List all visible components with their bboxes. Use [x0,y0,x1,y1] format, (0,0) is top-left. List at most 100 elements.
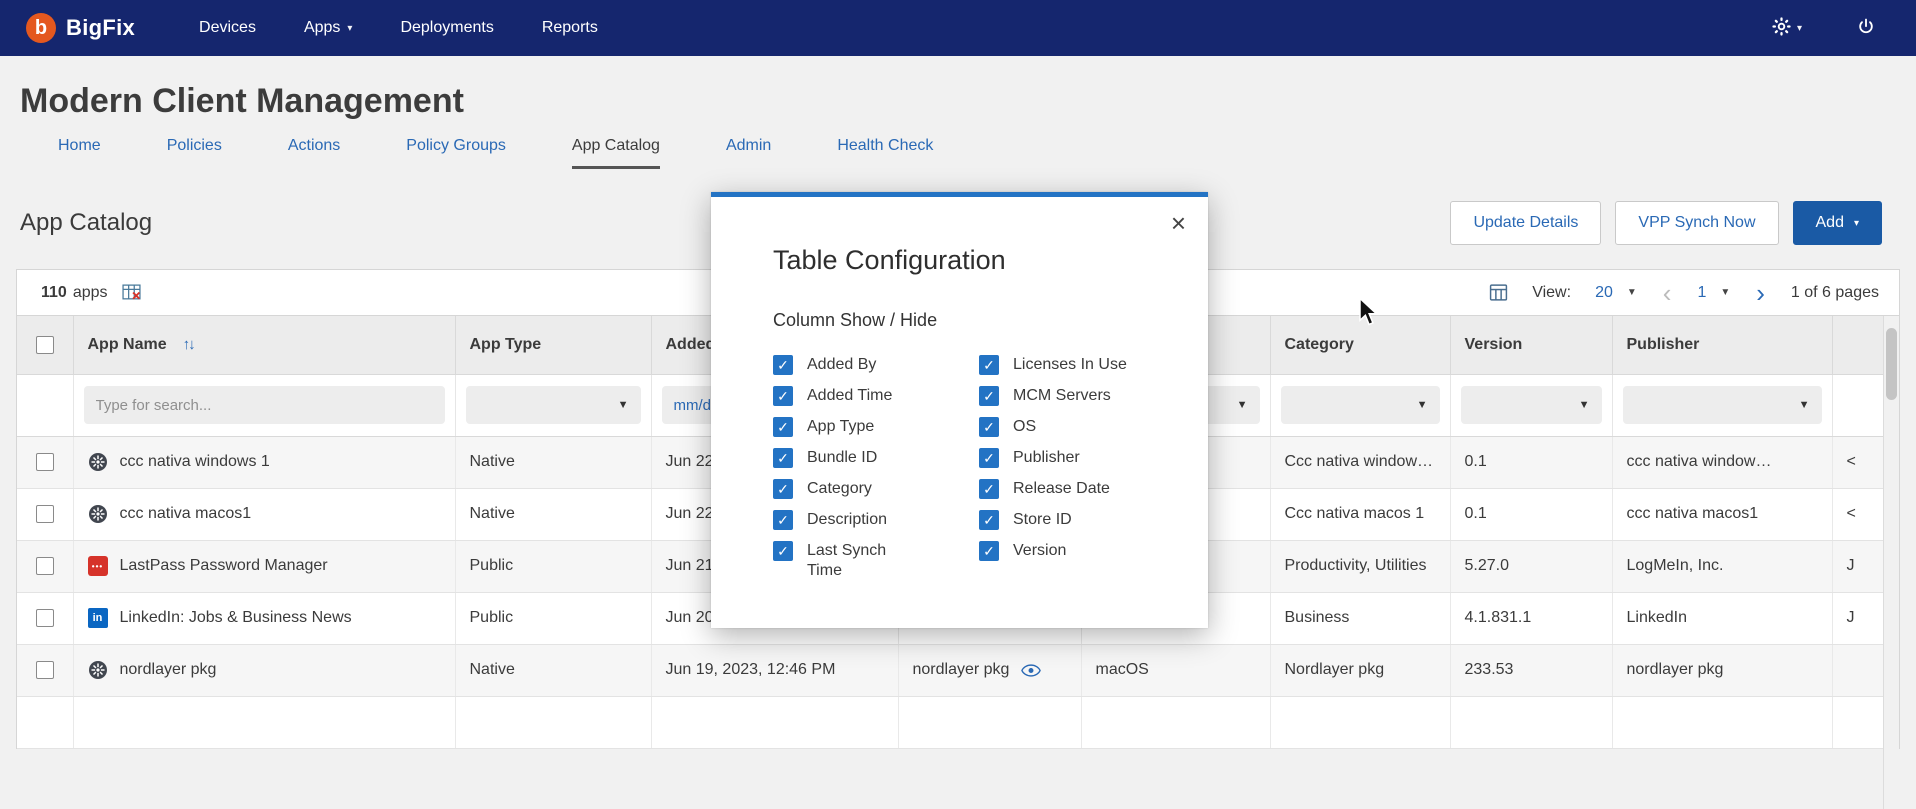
row-checkbox[interactable] [36,505,54,523]
tab-admin[interactable]: Admin [726,137,771,169]
bigfix-logo[interactable]: b BigFix [26,13,135,43]
checkbox-added-time[interactable]: ✓ [773,386,793,406]
table-configuration-icon[interactable] [1489,283,1508,302]
filter-cell-check [17,374,73,436]
row-select-cell [17,436,73,488]
category-cell: Ccc nativa window… [1270,436,1450,488]
column-header-pub[interactable]: Publisher [1612,316,1832,374]
view-description-icon[interactable] [1021,664,1041,677]
chevron-down-icon: ▼ [618,399,629,411]
add-button[interactable]: Add ▾ [1793,201,1883,245]
checkbox-release-date[interactable]: ✓ [979,479,999,499]
nav-item-reports[interactable]: Reports [542,19,598,37]
row-checkbox[interactable] [36,609,54,627]
app-name-wrap: nordlayer pkg [88,660,441,680]
next-page-button[interactable]: › [1754,280,1767,306]
column-option-app-type: ✓App Type [773,417,979,437]
gear-icon [1771,16,1792,40]
checkbox-version[interactable]: ✓ [979,541,999,561]
search-filter-input[interactable] [84,386,445,424]
app-icon [88,660,108,680]
filter-cell-type: ▼ [455,374,651,436]
page-number-value: 1 [1697,284,1706,302]
modal-subtitle: Column Show / Hide [773,310,1208,331]
page-size-select[interactable]: 20 ▼ [1595,284,1637,302]
empty-cell [898,696,1081,748]
page-number-select[interactable]: 1 ▼ [1697,284,1730,302]
tab-policy-groups[interactable]: Policy Groups [406,137,506,169]
checkbox-app-type[interactable]: ✓ [773,417,793,437]
chevron-down-icon: ▼ [1237,399,1248,411]
app-name-wrap: ccc nativa macos1 [88,504,441,524]
column-option-label: Last Synch Time [807,541,907,581]
column-option-category: ✓Category [773,479,979,499]
checkbox-last-synch-time[interactable]: ✓ [773,541,793,561]
vertical-scrollbar[interactable] [1883,316,1899,809]
logout-button[interactable] [1856,17,1876,40]
type-filter-select[interactable]: ▼ [466,386,641,424]
scrollbar-thumb[interactable] [1886,328,1897,400]
tab-policies[interactable]: Policies [167,137,222,169]
tab-app-catalog[interactable]: App Catalog [572,137,660,169]
row-checkbox[interactable] [36,661,54,679]
row-select-cell [17,540,73,592]
previous-page-button[interactable]: ‹ [1661,280,1674,306]
column-option-last-synch-time: ✓ Last Synch Time [773,541,979,581]
column-option-added-by: ✓ Added By [773,355,979,375]
tab-health-check[interactable]: Health Check [837,137,933,169]
column-header-cat[interactable]: Category [1270,316,1450,374]
cat-filter-select[interactable]: ▼ [1281,386,1440,424]
column-header-label: App Type [470,336,542,353]
export-table-icon[interactable] [122,283,141,302]
view-label: View: [1532,284,1571,302]
pub-filter-select[interactable]: ▼ [1623,386,1822,424]
checkbox-mcm-servers[interactable]: ✓ [979,386,999,406]
nav-item-devices[interactable]: Devices [199,19,256,37]
row-checkbox[interactable] [36,453,54,471]
column-header-label: Version [1465,336,1523,353]
ver-filter-select[interactable]: ▼ [1461,386,1602,424]
column-option-label: Store ID [1013,510,1072,530]
row-select-cell [17,644,73,696]
nav-item-apps[interactable]: Apps▾ [304,19,353,37]
checkbox-bundle-id[interactable]: ✓ [773,448,793,468]
version-cell: 5.27.0 [1450,540,1612,592]
settings-button[interactable]: ▾ [1771,16,1802,40]
column-option-label: Added By [807,355,876,375]
sort-icon[interactable]: ↑↓ [183,336,194,353]
column-header-label: App Name [88,336,167,353]
extra-cell: < [1832,436,1883,488]
checkbox-description[interactable]: ✓ [773,510,793,530]
tab-home[interactable]: Home [58,137,101,169]
checkbox-category[interactable]: ✓ [773,479,793,499]
app-name-cell: inLinkedIn: Jobs & Business News [73,592,455,644]
checkbox-os[interactable]: ✓ [979,417,999,437]
tab-actions[interactable]: Actions [288,137,340,169]
app-name: LinkedIn: Jobs & Business News [120,609,352,627]
nav-item-label: Reports [542,19,598,37]
app-count-label: apps [73,284,108,302]
update-details-button[interactable]: Update Details [1450,201,1601,245]
app-count: 110 apps [41,284,108,302]
nav-item-label: Devices [199,19,256,37]
row-checkbox[interactable] [36,557,54,575]
chevron-down-icon: ▼ [1720,287,1730,298]
column-header-ver[interactable]: Version [1450,316,1612,374]
close-icon[interactable]: × [1165,209,1192,237]
app-count-number: 110 [41,284,67,302]
checkbox-licenses-in-use[interactable]: ✓ [979,355,999,375]
extra-cell: < [1832,488,1883,540]
extra-cell: J [1832,592,1883,644]
os-cell: macOS [1081,644,1270,696]
vpp-synch-now-button[interactable]: VPP Synch Now [1615,201,1778,245]
column-option-store-id: ✓ Store ID [979,510,1178,530]
column-header-name[interactable]: App Name ↑↓ [73,316,455,374]
checkbox-store-id[interactable]: ✓ [979,510,999,530]
nav-item-deployments[interactable]: Deployments [400,19,493,37]
column-header-type[interactable]: App Type [455,316,651,374]
select-all-checkbox[interactable] [36,336,54,354]
checkbox-publisher[interactable]: ✓ [979,448,999,468]
checkbox-added-by[interactable]: ✓ [773,355,793,375]
column-option-label: Bundle ID [807,448,877,468]
chevron-down-icon: ▾ [1797,23,1802,34]
